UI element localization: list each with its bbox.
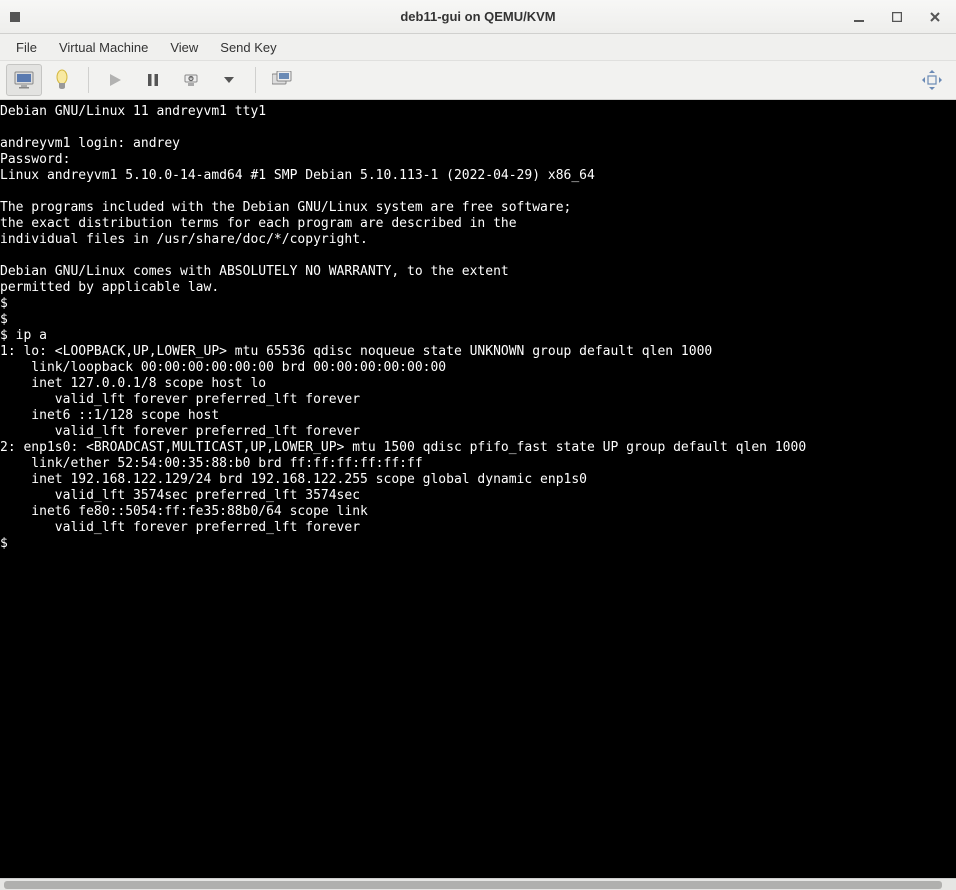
separator xyxy=(255,67,256,93)
menu-file[interactable]: File xyxy=(6,37,47,58)
scrollbar-thumb[interactable] xyxy=(4,881,942,889)
window-controls xyxy=(852,10,948,24)
console-output: Debian GNU/Linux 11 andreyvm1 tty1 andre… xyxy=(0,104,806,551)
app-icon xyxy=(8,10,22,24)
menubar: File Virtual Machine View Send Key xyxy=(0,34,956,60)
console-view-button[interactable] xyxy=(6,64,42,96)
menu-virtual-machine[interactable]: Virtual Machine xyxy=(49,37,158,58)
vm-console[interactable]: Debian GNU/Linux 11 andreyvm1 tty1 andre… xyxy=(0,100,956,878)
pause-button[interactable] xyxy=(135,64,171,96)
info-view-button[interactable] xyxy=(44,64,80,96)
maximize-button[interactable] xyxy=(890,10,904,24)
snapshots-button[interactable] xyxy=(264,64,300,96)
titlebar: deb11-gui on QEMU/KVM xyxy=(0,0,956,34)
close-button[interactable] xyxy=(928,10,942,24)
toolbar xyxy=(0,60,956,100)
run-button[interactable] xyxy=(97,64,133,96)
menu-view[interactable]: View xyxy=(160,37,208,58)
fullscreen-button[interactable] xyxy=(914,64,950,96)
window-title: deb11-gui on QEMU/KVM xyxy=(400,9,555,24)
shutdown-dropdown-button[interactable] xyxy=(211,64,247,96)
shutdown-button[interactable] xyxy=(173,64,209,96)
horizontal-scrollbar[interactable] xyxy=(0,878,956,890)
minimize-button[interactable] xyxy=(852,10,866,24)
menu-send-key[interactable]: Send Key xyxy=(210,37,286,58)
separator xyxy=(88,67,89,93)
